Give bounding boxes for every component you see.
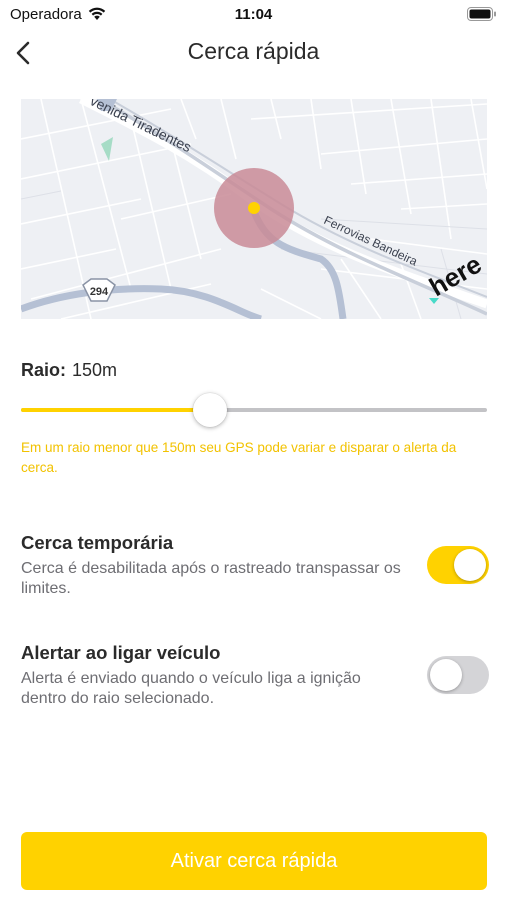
setting-description: Alerta é enviado quando o veículo liga a… bbox=[21, 670, 361, 707]
slider-thumb[interactable] bbox=[193, 393, 227, 427]
slider-fill bbox=[21, 408, 210, 412]
setting-vehicle-ignition-alert: Alertar ao ligar veículo Alerta é enviad… bbox=[21, 642, 489, 707]
clock: 11:04 bbox=[234, 6, 273, 23]
status-bar: Operadora 11:04 bbox=[0, 0, 507, 30]
radius-value: 150m bbox=[72, 360, 118, 380]
setting-description: Cerca é desabilitada após o rastreado tr… bbox=[21, 560, 401, 597]
battery-icon bbox=[467, 7, 496, 21]
radius-warning: Em um raio menor que 150m seu GPS pode v… bbox=[21, 440, 457, 475]
radius-row: Raio: 150m bbox=[21, 360, 117, 381]
route-shield-label: 294 bbox=[90, 286, 109, 298]
navigation-bar: Cerca rápida bbox=[0, 30, 507, 76]
ignition-alert-toggle[interactable] bbox=[427, 656, 489, 694]
geofence-center-marker bbox=[248, 202, 260, 214]
setting-temporary-fence: Cerca temporária Cerca é desabilitada ap… bbox=[21, 532, 489, 597]
temporary-fence-toggle[interactable] bbox=[427, 546, 489, 584]
radius-label: Raio: bbox=[21, 360, 66, 380]
page-title: Cerca rápida bbox=[187, 38, 320, 64]
map-view[interactable]: 294 venida Tiradentes Ferrovias Bandeira… bbox=[21, 99, 487, 319]
setting-title: Alertar ao ligar veículo bbox=[21, 642, 221, 663]
activate-quick-fence-button[interactable]: Ativar cerca rápida bbox=[21, 832, 487, 890]
setting-title: Cerca temporária bbox=[21, 532, 174, 553]
toggle-knob bbox=[454, 549, 486, 581]
radius-slider[interactable] bbox=[21, 392, 487, 428]
toggle-knob bbox=[430, 659, 462, 691]
